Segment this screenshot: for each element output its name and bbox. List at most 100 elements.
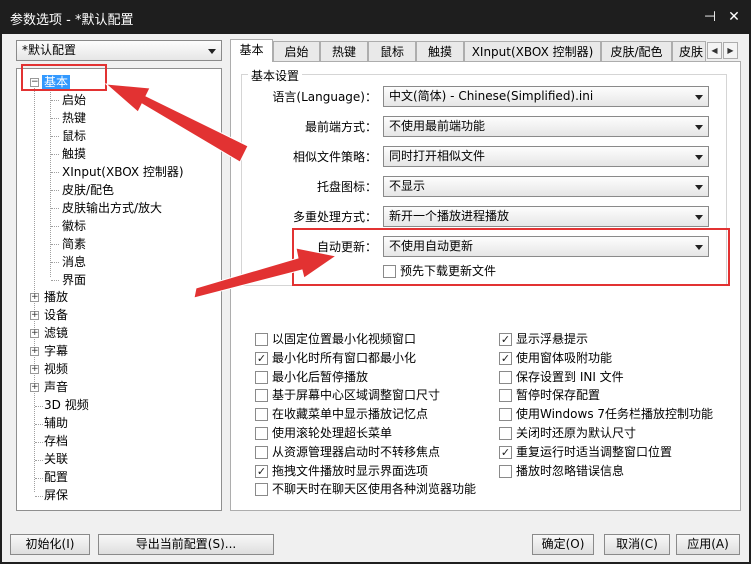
checkbox-box[interactable]: ✓ [255,351,268,365]
tab-mouse[interactable]: 鼠标 [368,41,416,61]
expand-icon[interactable]: + [30,293,39,302]
tree-item[interactable]: 界面 [62,271,86,289]
tree-guide-line [50,88,51,277]
export-config-button[interactable]: 导出当前配置(S)... [98,534,274,555]
option-checkbox[interactable]: 在收藏菜单中显示播放记忆点 [255,405,505,423]
checkbox-box[interactable] [499,408,512,422]
tree-guide-line [34,88,35,492]
ok-button[interactable]: 确定(O) [532,534,594,555]
tree-item-archive[interactable]: 存档 [44,432,68,450]
checkbox-label: 播放时忽略错误信息 [516,463,625,478]
tree-item-filters[interactable]: 滤镜 [44,324,68,342]
expand-icon[interactable]: + [30,383,39,392]
option-checkbox[interactable]: ✓ 使用窗体吸附功能 [499,349,749,367]
tree-item-playback[interactable]: 播放 [44,288,68,306]
option-checkbox[interactable]: ✓ 拖拽文件播放时显示界面选项 [255,462,505,480]
chevron-down-icon [695,95,703,100]
checkbox-label: 保存设置到 INI 文件 [516,369,624,384]
tab-xinput[interactable]: XInput(XBOX 控制器) [464,41,601,61]
option-checkbox[interactable]: 播放时忽略错误信息 [499,462,749,480]
tab-scroll-left-icon[interactable]: ◀ [707,42,722,59]
checkbox-box[interactable] [255,389,268,403]
expand-icon[interactable]: + [30,347,39,356]
checkbox-box[interactable] [255,483,268,497]
tree-item-basic[interactable]: 基本 [42,73,71,91]
checkbox-box[interactable] [383,265,396,278]
collapse-icon[interactable]: − [30,78,39,87]
checkbox-label: 拖拽文件播放时显示界面选项 [272,463,429,478]
tree-item[interactable]: 鼠标 [62,127,86,145]
cancel-button[interactable]: 取消(C) [604,534,670,555]
topmost-select[interactable]: 不使用最前端功能 [383,116,709,137]
checkbox-box[interactable]: ✓ [499,445,512,459]
expand-icon[interactable]: + [30,365,39,374]
tree-item[interactable]: 皮肤/配色 [62,181,114,199]
tree-item-subtitles[interactable]: 字幕 [44,342,68,360]
checkbox-box[interactable]: ✓ [499,333,512,346]
chevron-down-icon [695,215,703,220]
tree-item[interactable]: 简素 [62,235,86,253]
option-checkbox[interactable]: ✓ 重复运行时适当调整窗口位置 [499,443,749,461]
tree-item-devices[interactable]: 设备 [44,306,68,324]
expand-icon[interactable]: + [30,311,39,320]
checkbox-box[interactable] [255,408,268,422]
tab-skin-partial[interactable]: 皮肤 [672,41,706,61]
option-checkbox[interactable]: 从资源管理器启动时不转移焦点 [255,443,505,461]
option-checkbox[interactable]: 暂停时保存配置 [499,386,749,404]
checkbox-box[interactable] [255,445,268,459]
prefetch-update-checkbox[interactable]: 预先下载更新文件 [383,262,583,280]
tray-icon-select[interactable]: 不显示 [383,176,709,197]
option-checkbox[interactable]: 最小化后暂停播放 [255,368,505,386]
tab-touch[interactable]: 触摸 [416,41,464,61]
tree-item-video[interactable]: 视频 [44,360,68,378]
checkbox-box[interactable]: ✓ [499,351,512,365]
tree-item-audio[interactable]: 声音 [44,378,68,396]
tab-skin-color[interactable]: 皮肤/配色 [601,41,672,61]
tree-item[interactable]: 消息 [62,253,86,271]
option-checkbox[interactable]: 不聊天时在聊天区使用各种浏览器功能 [255,480,505,498]
checkbox-box[interactable] [255,333,268,346]
tab-hotkeys[interactable]: 热键 [320,41,368,61]
tab-basic[interactable]: 基本 [230,39,273,62]
tree-item-3d-video[interactable]: 3D 视频 [44,396,89,414]
tab-startup[interactable]: 启始 [273,41,320,61]
checkbox-box[interactable]: ✓ [255,464,268,478]
checkbox-box[interactable] [499,389,512,403]
checkbox-box[interactable] [255,427,268,440]
checkbox-box[interactable] [499,370,512,384]
tree-item-config[interactable]: 配置 [44,468,68,486]
settings-tree: − 基本 启始 热键 鼠标 触摸 XInput(XBOX 控制器) 皮肤/配色 … [16,68,222,511]
window-title: 参数选项 - *默认配置 [10,13,134,28]
apply-button[interactable]: 应用(A) [676,534,740,555]
expand-icon[interactable]: + [30,329,39,338]
tree-item[interactable]: 启始 [62,91,86,109]
tree-item-association[interactable]: 关联 [44,450,68,468]
profile-select[interactable]: *默认配置 [16,40,222,61]
language-select[interactable]: 中文(简体) - Chinese(Simplified).ini [383,86,709,107]
tree-item[interactable]: 皮肤输出方式/放大 [62,199,162,217]
multi-instance-select[interactable]: 新开一个播放进程播放 [383,206,709,227]
close-icon[interactable]: ✕ [724,7,744,27]
option-checkbox[interactable]: ✓ 显示浮悬提示 [499,330,749,348]
tree-item-assist[interactable]: 辅助 [44,414,68,432]
tree-item-screensaver[interactable]: 屏保 [44,486,68,504]
tree-item[interactable]: XInput(XBOX 控制器) [62,163,184,181]
option-checkbox[interactable]: 保存设置到 INI 文件 [499,368,749,386]
option-checkbox[interactable]: 以固定位置最小化视频窗口 [255,330,505,348]
tree-item[interactable]: 触摸 [62,145,86,163]
similar-files-select[interactable]: 同时打开相似文件 [383,146,709,167]
checkbox-box[interactable] [255,370,268,384]
checkbox-box[interactable] [499,427,512,440]
option-checkbox[interactable]: 基于屏幕中心区域调整窗口尺寸 [255,386,505,404]
pin-icon[interactable]: ⊣ [700,7,720,27]
tree-item[interactable]: 徽标 [62,217,86,235]
option-checkbox[interactable]: 关闭时还原为默认尺寸 [499,424,749,442]
initialize-button[interactable]: 初始化(I) [10,534,90,555]
tree-item[interactable]: 热键 [62,109,86,127]
tab-scroll-right-icon[interactable]: ▶ [723,42,738,59]
option-checkbox[interactable]: ✓ 最小化时所有窗口都最小化 [255,349,505,367]
auto-update-select[interactable]: 不使用自动更新 [383,236,709,257]
checkbox-box[interactable] [499,464,512,478]
option-checkbox[interactable]: 使用滚轮处理超长菜单 [255,424,505,442]
option-checkbox[interactable]: 使用Windows 7任务栏播放控制功能 [499,405,749,423]
